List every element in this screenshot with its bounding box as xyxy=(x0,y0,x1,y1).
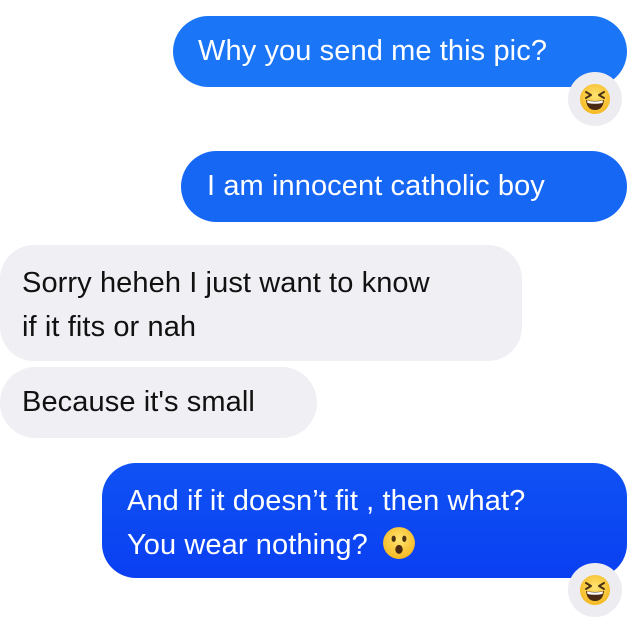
message-reaction[interactable] xyxy=(568,72,622,126)
message-reaction[interactable] xyxy=(568,563,622,617)
incoming-message-bubble[interactable]: Because it's small xyxy=(0,367,317,438)
surprised-face-emoji-icon xyxy=(383,527,415,560)
message-text: You wear nothing? xyxy=(127,529,368,561)
message-text: Why you send me this pic? xyxy=(198,35,548,67)
message-text-line: And if it doesn’t fit , then what? xyxy=(127,485,526,517)
outgoing-message-bubble[interactable]: And if it doesn’t fit , then what? You w… xyxy=(102,463,627,578)
outgoing-message-bubble[interactable]: Why you send me this pic? xyxy=(173,16,627,87)
message-text: Because it's small xyxy=(22,386,255,418)
outgoing-message-bubble[interactable]: I am innocent catholic boy xyxy=(181,151,627,222)
incoming-message-bubble[interactable]: Sorry heheh I just want to know if it fi… xyxy=(0,245,522,361)
laughing-squint-emoji-icon xyxy=(580,575,610,605)
message-text-line: if it fits or nah xyxy=(22,311,197,343)
laughing-squint-emoji-icon xyxy=(580,84,610,114)
message-text-line: Sorry heheh I just want to know xyxy=(22,267,430,299)
message-text: I am innocent catholic boy xyxy=(207,170,545,202)
message-text-line: You wear nothing? xyxy=(127,523,627,567)
